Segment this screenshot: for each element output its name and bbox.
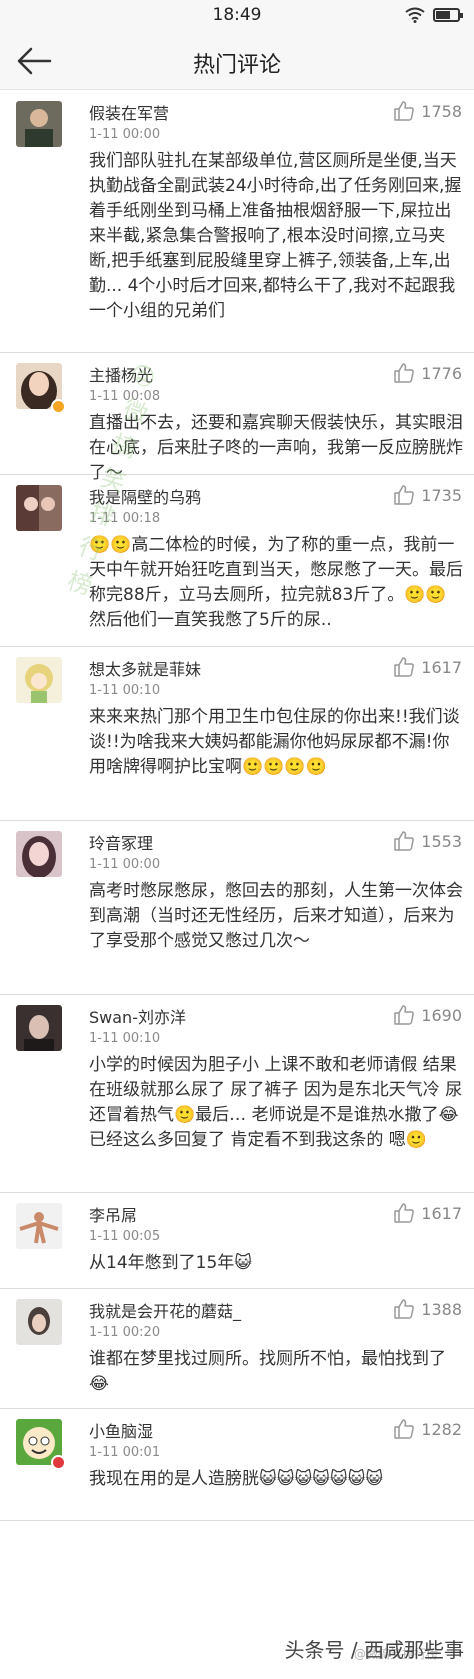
like-button[interactable]: 1617 (393, 1202, 462, 1224)
avatar[interactable] (16, 485, 62, 531)
wifi-icon (405, 7, 425, 23)
like-button[interactable]: 1553 (393, 830, 462, 852)
avatar[interactable] (16, 657, 62, 703)
comment-time: 1-11 00:18 (89, 511, 161, 526)
username[interactable]: 我就是会开花的蘑菇_ (89, 1298, 241, 1322)
comment-time: 1-11 00:00 (89, 127, 161, 142)
like-button[interactable]: 1690 (393, 1004, 462, 1026)
avatar[interactable] (16, 1203, 62, 1249)
comment-text: 从14年憋到了15年😺 (89, 1253, 252, 1273)
comment-text: 🙂🙂高二体检的时候，为了称的重一点，我前一天中午就开始狂吃直到当天，憋尿憋了一天… (89, 535, 463, 630)
verified-badge-icon (51, 1455, 66, 1470)
like-count: 1617 (421, 657, 462, 677)
like-count: 1758 (421, 101, 462, 121)
comment-time: 1-11 00:08 (89, 389, 161, 404)
comment-time: 1-11 00:00 (89, 857, 161, 872)
thumbs-up-icon (394, 1203, 415, 1223)
thumbs-up-icon (394, 485, 415, 505)
like-count: 1553 (421, 831, 462, 851)
nav-bar: 热门评论 (0, 32, 474, 90)
comment-time: 1-11 00:05 (89, 1229, 161, 1244)
comment-item: 想太多就是菲妹 1-11 00:10 1617 来来来热门那个用卫生巾包住尿的你… (0, 647, 474, 821)
username[interactable]: 小鱼脑湿 (89, 1418, 153, 1442)
comment-item: 玲音冢理 1-11 00:00 1553 高考时憋尿憋尿，憋回去的那刻，人生第一… (0, 821, 474, 995)
like-button[interactable]: 1776 (393, 362, 462, 384)
thumbs-up-icon (394, 657, 415, 677)
comment-time: 1-11 00:10 (89, 1031, 161, 1046)
avatar[interactable] (16, 1005, 62, 1051)
comment-text: 来来来热门那个用卫生巾包住尿的你出来!!我们谈谈!!为啥我来大姨妈都能漏你他妈尿… (89, 707, 460, 777)
thumbs-up-icon (394, 1299, 415, 1319)
comment-time: 1-11 00:10 (89, 683, 161, 698)
username[interactable]: 玲音冢理 (89, 830, 153, 854)
like-count: 1735 (421, 485, 462, 505)
comment-item: 假装在军营 1-11 00:00 1758 我们部队驻扎在某部级单位,营区厕所是… (0, 91, 474, 353)
footer-label: 头条号 / 西咸那些事 (284, 1638, 464, 1662)
status-time: 18:49 (212, 5, 262, 25)
like-button[interactable]: 1758 (393, 100, 462, 122)
avatar[interactable] (16, 831, 62, 877)
avatar[interactable] (16, 1299, 62, 1345)
comment-item: 主播杨光 1-11 00:08 1776 直播出不去，还要和嘉宾聊天假装快乐，其… (0, 353, 474, 483)
username[interactable]: 主播杨光 (89, 362, 153, 386)
comment-text: 小学的时候因为胆子小 上课不敢和老师请假 结果在班级就那么尿了 尿了裤子 因为是… (89, 1055, 463, 1150)
username[interactable]: 想太多就是菲妹 (89, 656, 201, 680)
battery-icon (433, 8, 463, 22)
username[interactable]: 我是隔壁的乌鸦 (89, 484, 201, 508)
comment-time: 1-11 00:20 (89, 1325, 161, 1340)
comment-item: 我就是会开花的蘑菇_ 1-11 00:20 1388 谁都在梦里找过厕所。找厕所… (0, 1289, 474, 1409)
comment-item: 李吊屌 1-11 00:05 1617 从14年憋到了15年😺 (0, 1193, 474, 1289)
thumbs-up-icon (394, 363, 415, 383)
comment-item: 小鱼脑湿 1-11 00:01 1282 我现在用的是人造膀胱😺😺😺😺😺😺😺 (0, 1409, 474, 1521)
username[interactable]: 李吊屌 (89, 1202, 137, 1226)
like-button[interactable]: 1282 (393, 1418, 462, 1440)
comment-text: 我们部队驻扎在某部级单位,营区厕所是坐便,当天执勤战备全副武装24小时待命,出了… (89, 151, 462, 321)
username[interactable]: Swan-刘亦洋 (89, 1004, 186, 1028)
thumbs-up-icon (394, 101, 415, 121)
like-count: 1776 (421, 363, 462, 383)
comment-item: Swan-刘亦洋 1-11 00:10 1690 小学的时候因为胆子小 上课不敢… (0, 995, 474, 1193)
like-count: 1690 (421, 1005, 462, 1025)
status-icons (405, 7, 463, 23)
status-bar: 18:49 (0, 0, 474, 32)
comment-time: 1-11 00:01 (89, 1445, 161, 1460)
footer: @微搞笑排行榜 头条号 / 西咸那些事 (0, 1600, 474, 1679)
thumbs-up-icon (394, 831, 415, 851)
avatar[interactable] (16, 101, 62, 147)
comment-text: 谁都在梦里找过厕所。找厕所不怕，最怕找到了😂 (89, 1349, 446, 1394)
like-count: 1617 (421, 1203, 462, 1223)
like-button[interactable]: 1617 (393, 656, 462, 678)
comment-text: 我现在用的是人造膀胱😺😺😺😺😺😺😺 (89, 1469, 384, 1489)
username[interactable]: 假装在军营 (89, 100, 169, 124)
like-count: 1282 (421, 1419, 462, 1439)
thumbs-up-icon (394, 1005, 415, 1025)
verified-badge-icon (51, 399, 66, 414)
like-button[interactable]: 1735 (393, 484, 462, 506)
page-title: 热门评论 (192, 53, 281, 78)
like-button[interactable]: 1388 (393, 1298, 462, 1320)
comment-item: 我是隔壁的乌鸦 1-11 00:18 1735 🙂🙂高二体检的时候，为了称的重一… (0, 475, 474, 647)
comment-text: 高考时憋尿憋尿，憋回去的那刻，人生第一次体会到高潮（当时还无性经历，后来才知道）… (89, 881, 463, 951)
thumbs-up-icon (394, 1419, 415, 1439)
like-count: 1388 (421, 1299, 462, 1319)
